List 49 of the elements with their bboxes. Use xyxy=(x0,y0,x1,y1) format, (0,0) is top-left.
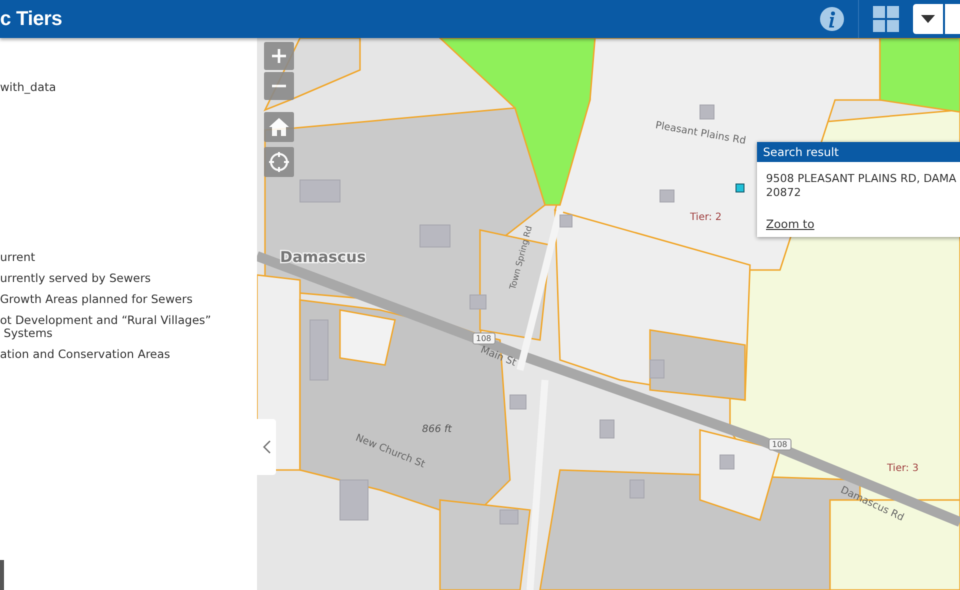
locate-button[interactable] xyxy=(264,147,294,177)
place-label: Damascus xyxy=(280,248,366,266)
legend-label: ation and Conservation Areas xyxy=(0,348,172,361)
legend-label: urrently served by Sewers xyxy=(0,272,152,285)
zoom-in-button[interactable] xyxy=(264,42,294,70)
building xyxy=(660,190,674,202)
grid-icon[interactable] xyxy=(873,6,899,32)
zoom-to-link[interactable]: Zoom to xyxy=(766,217,814,231)
legend-label: Growth Areas planned for Sewers xyxy=(0,293,194,306)
road-label: Main St xyxy=(478,344,518,369)
home-button[interactable] xyxy=(264,112,294,142)
building xyxy=(340,480,368,520)
zoom-out-button[interactable] xyxy=(264,72,294,100)
tier-label: Tier: 2 xyxy=(690,212,722,223)
building xyxy=(700,104,714,120)
home-icon xyxy=(269,118,289,136)
building xyxy=(510,394,526,410)
building xyxy=(560,214,572,228)
building xyxy=(650,360,664,378)
building xyxy=(500,510,518,524)
address-text: 9508 PLEASANT PLAINS RD, DAMA 20872 xyxy=(766,172,958,200)
info-icon[interactable] xyxy=(820,7,844,31)
road-label: Town Spring Rd xyxy=(508,224,535,291)
building xyxy=(300,180,340,202)
building xyxy=(470,294,486,310)
building xyxy=(720,454,734,470)
legend-label: ot Development and “Rural Villages” Systems xyxy=(0,314,212,340)
app-title: c Tiers xyxy=(0,8,64,30)
caret-icon xyxy=(921,15,935,23)
road-label: Pleasant Plains Rd xyxy=(654,120,747,147)
crosshair-icon xyxy=(269,152,289,172)
plus-icon xyxy=(271,48,287,64)
popup-title: Search result xyxy=(757,142,960,162)
elevation-label: 866 ft xyxy=(422,424,452,435)
building xyxy=(630,480,644,498)
location-marker xyxy=(736,184,744,192)
building xyxy=(600,420,614,438)
minus-icon xyxy=(271,84,287,88)
legend-label: urrent xyxy=(0,251,36,264)
dropdown-button[interactable] xyxy=(913,4,943,34)
building xyxy=(310,320,328,380)
route-number: 108 xyxy=(476,334,492,343)
chevron-left-icon xyxy=(262,440,270,454)
scrollbar-thumb[interactable] xyxy=(0,560,4,590)
collapse-panel-button[interactable] xyxy=(257,419,276,475)
route-number: 108 xyxy=(772,440,788,449)
layer-name: with_data xyxy=(0,80,56,94)
building xyxy=(420,224,450,248)
tier-label: Tier: 3 xyxy=(887,463,919,474)
